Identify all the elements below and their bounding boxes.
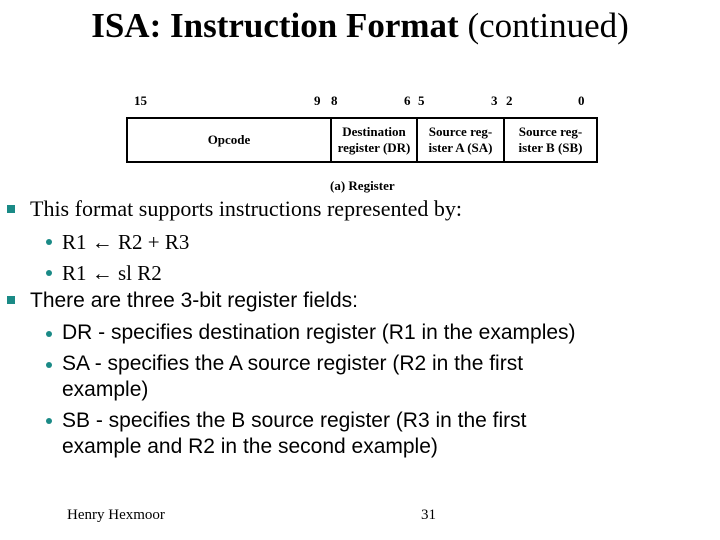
bit-label-3: 3 [491, 93, 498, 108]
dot-bullet-icon [46, 270, 52, 276]
bullet-1-sub-2: R1 ← sl R2 [62, 261, 162, 285]
dot-bullet-icon [46, 362, 52, 368]
square-bullet-icon [7, 296, 15, 304]
instruction-format-diagram: Opcode Destination register (DR) Source … [126, 117, 598, 163]
bullet-1-text: This format supports instructions repres… [30, 196, 462, 221]
diagram-caption: (a) Register [330, 178, 395, 193]
field-dr-line1: Destination [342, 124, 406, 139]
bit-label-15: 15 [134, 93, 147, 108]
title-suffix: (continued) [458, 6, 629, 45]
bit-label-8: 8 [331, 93, 338, 108]
bit-label-2: 2 [506, 93, 513, 108]
bit-label-6: 6 [404, 93, 411, 108]
title-main: ISA: Instruction Format [91, 6, 459, 45]
dot-bullet-icon [46, 331, 52, 337]
field-opcode: Opcode [128, 119, 330, 161]
bullet-1-sub-1: R1 ← R2 + R3 [62, 230, 190, 254]
bullet-2-sub-3-cont: example and R2 in the second example) [62, 435, 438, 458]
bit-label-5: 5 [418, 93, 425, 108]
field-dr: Destination register (DR) [330, 119, 416, 161]
footer-author: Henry Hexmoor [67, 507, 165, 523]
field-sa-line2: ister A (SA) [428, 140, 493, 155]
bullet-2-sub-2-cont: example) [62, 378, 149, 401]
bullet-2-sub-1: DR - specifies destination register (R1 … [62, 321, 576, 344]
slide-title: ISA: Instruction Format (continued) [0, 6, 720, 46]
bit-label-9: 9 [314, 93, 321, 108]
field-dr-line2: register (DR) [337, 140, 411, 155]
bullet-2-sub-3: SB - specifies the B source register (R3… [62, 409, 527, 432]
field-opcode-label: Opcode [207, 132, 251, 147]
field-sa: Source reg- ister A (SA) [416, 119, 503, 161]
bullet-2-sub-2: SA - specifies the A source register (R2… [62, 352, 524, 375]
square-bullet-icon [7, 205, 15, 213]
field-sb-line1: Source reg- [518, 124, 583, 139]
field-sa-line1: Source reg- [428, 124, 493, 139]
field-sb: Source reg- ister B (SB) [503, 119, 596, 161]
bullet-2-text: There are three 3-bit register fields: [30, 289, 358, 312]
field-sb-line2: ister B (SB) [518, 140, 583, 155]
dot-bullet-icon [46, 239, 52, 245]
bit-label-0: 0 [578, 93, 585, 108]
dot-bullet-icon [46, 418, 52, 424]
footer-page-number: 31 [421, 507, 436, 523]
